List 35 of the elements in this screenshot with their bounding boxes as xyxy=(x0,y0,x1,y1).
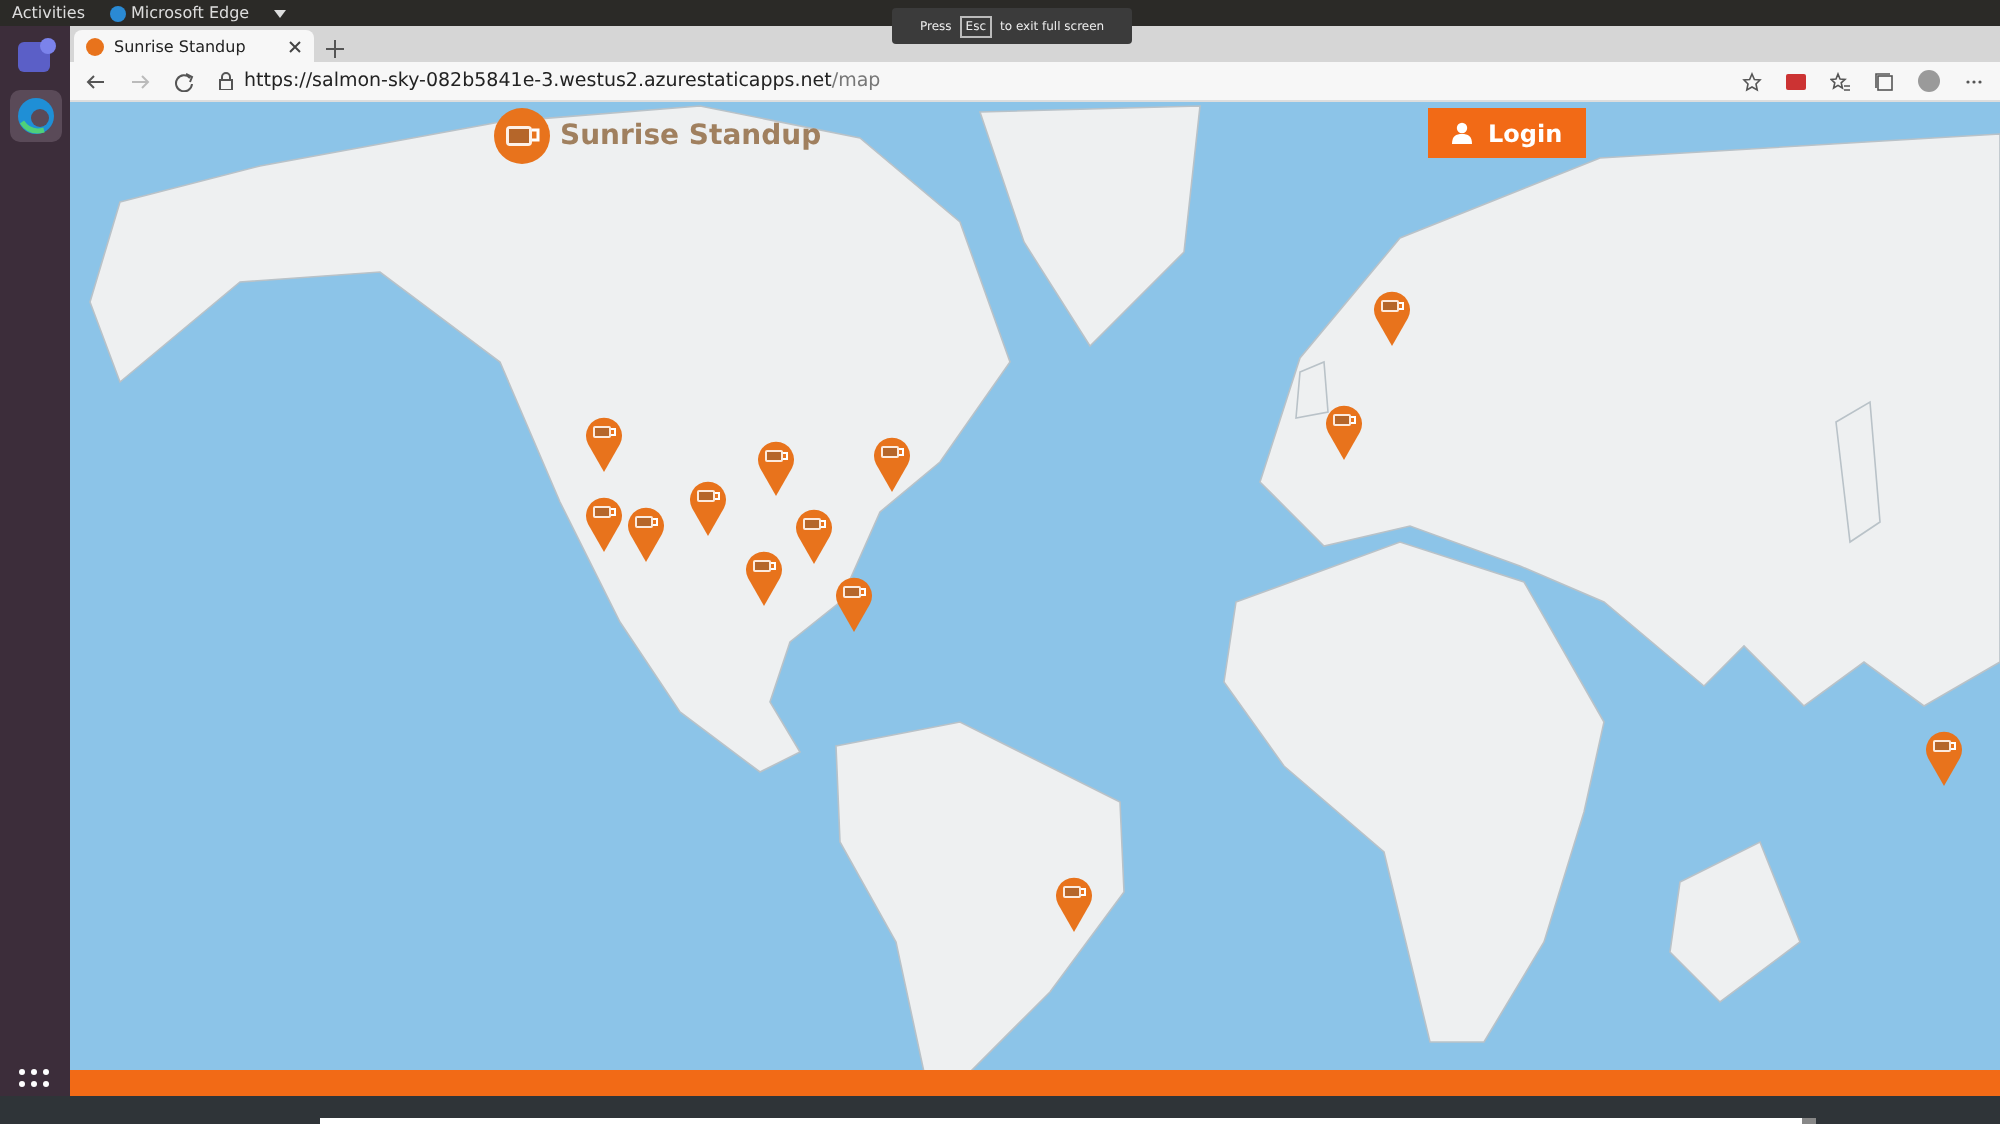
site-logo-text: Sunrise Standup xyxy=(560,120,822,152)
map-pin-icon[interactable] xyxy=(794,504,834,564)
lock-icon xyxy=(218,72,234,90)
map-pin-icon[interactable] xyxy=(1372,286,1412,346)
reload-icon[interactable] xyxy=(174,71,194,91)
close-icon[interactable] xyxy=(288,39,302,53)
map-pin-icon[interactable] xyxy=(756,436,796,496)
browser-tab[interactable]: Sunrise Standup xyxy=(74,30,314,62)
url-field[interactable]: https://salmon-sky-082b5841e-3.westus2.azurestaticapps.net/map xyxy=(218,70,1718,92)
browser-app-icon[interactable] xyxy=(9,90,61,142)
activities-button[interactable]: Activities xyxy=(12,4,85,22)
map-pin-icon[interactable] xyxy=(1054,872,1094,932)
star-icon[interactable] xyxy=(1742,71,1762,91)
favorites-icon[interactable] xyxy=(1830,71,1850,91)
coffee-cup-logo-icon xyxy=(494,108,550,164)
map-pin-icon[interactable] xyxy=(872,432,912,492)
map-pin-icon[interactable] xyxy=(584,492,624,552)
map-pin-icon[interactable] xyxy=(1924,726,1964,786)
map-pin-icon[interactable] xyxy=(1324,400,1364,460)
island-drawing xyxy=(1295,360,1329,419)
profile-avatar[interactable] xyxy=(1918,70,1940,92)
app-menu[interactable]: Microsoft Edge xyxy=(109,4,250,22)
map-pin-icon[interactable] xyxy=(688,476,728,536)
collections-icon[interactable] xyxy=(1874,71,1894,91)
island-drawing xyxy=(1835,400,1881,544)
map-pin-icon[interactable] xyxy=(584,412,624,472)
map-pin-icon[interactable] xyxy=(744,546,784,606)
caret-icon[interactable] xyxy=(273,9,286,17)
extension-icon[interactable] xyxy=(1786,73,1806,89)
app-grid-icon[interactable] xyxy=(18,1068,50,1088)
back-arrow-icon[interactable] xyxy=(86,71,106,91)
map-pin-icon[interactable] xyxy=(626,502,666,562)
map-pin-icon[interactable] xyxy=(834,572,874,632)
user-icon xyxy=(1452,122,1472,144)
new-tab-icon[interactable] xyxy=(326,40,344,62)
